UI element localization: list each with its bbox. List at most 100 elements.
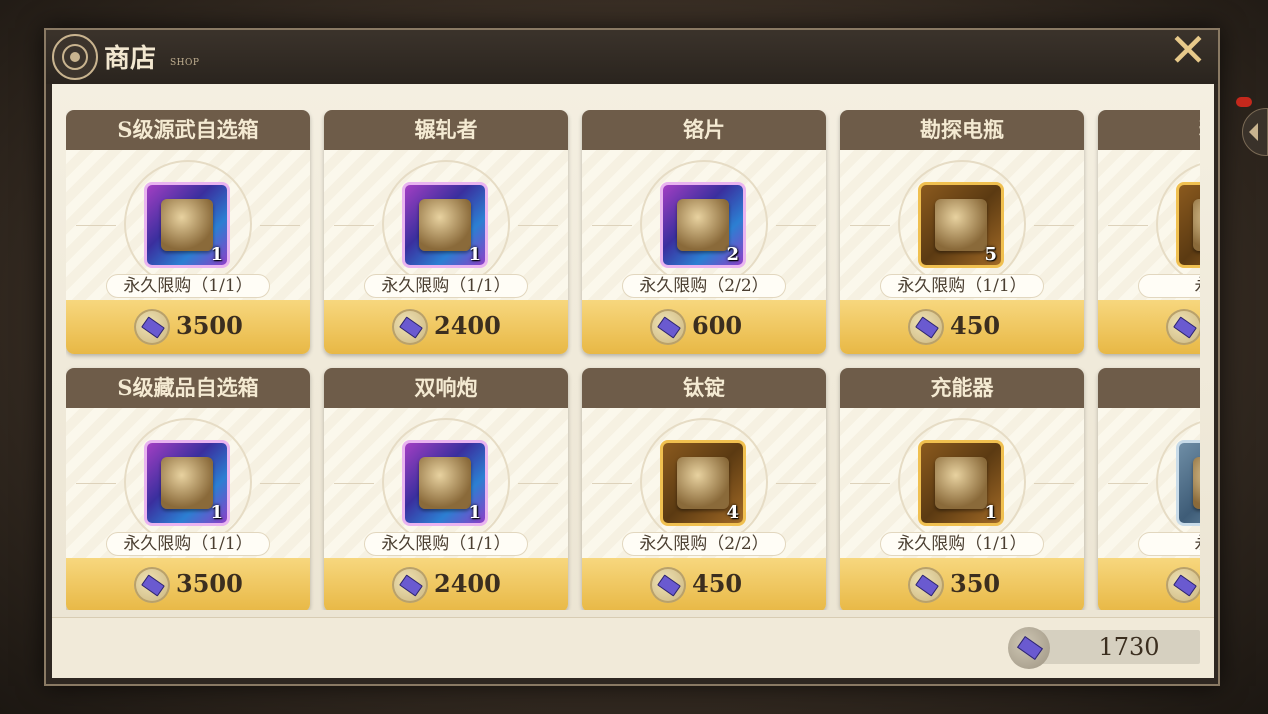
divider	[592, 483, 632, 484]
item-name: 铬片	[582, 110, 826, 150]
item-quantity: 1	[984, 502, 997, 523]
divider	[776, 225, 816, 226]
purchase-limit: 永久限购（1/1）	[880, 274, 1044, 298]
divider	[850, 225, 890, 226]
item-price: 3500	[176, 311, 243, 340]
shop-item-card[interactable]: 粉香永久限	[1098, 110, 1200, 354]
item-icon-frame[interactable]: 2	[660, 182, 746, 268]
purchase-limit: 永久限购（1/1）	[880, 532, 1044, 556]
scent-item-icon	[1193, 199, 1200, 251]
close-icon[interactable]: ✕	[1166, 27, 1210, 73]
item-body: 1 永久限购（1/1）	[324, 408, 568, 558]
item-body: 永久限	[1098, 408, 1200, 558]
currency-ticket-icon	[392, 309, 428, 345]
shop-content: S级源武自选箱 1 永久限购（1/1） 3500 辗轧者 1 永久限购（1/1） 2400 铬片…	[52, 84, 1214, 678]
shop-header: 商店 SHOP ✕	[46, 27, 1218, 84]
shop-item-card[interactable]: S级源武自选箱 1 永久限购（1/1） 3500	[66, 110, 310, 354]
currency-ticket-icon	[1166, 567, 1200, 603]
currency-ticket-icon	[1166, 309, 1200, 345]
item-icon-frame[interactable]: 5	[918, 182, 1004, 268]
shop-item-card[interactable]: 充能器 1 永久限购（1/1） 350	[840, 368, 1084, 610]
buy-button[interactable]: 2400	[324, 300, 568, 354]
item-quantity: 1	[468, 244, 481, 265]
item-icon-frame[interactable]: 4	[660, 440, 746, 526]
currency-ticket-icon	[650, 309, 686, 345]
buy-button[interactable]: 3500	[66, 300, 310, 354]
item-price: 350	[950, 569, 1001, 598]
double-cannon-icon	[419, 457, 471, 509]
shop-item-card[interactable]: 辗轧者 1 永久限购（1/1） 2400	[324, 110, 568, 354]
shop-item-card[interactable]: 钛锭 4 永久限购（2/2） 450	[582, 368, 826, 610]
item-name: 科	[1098, 368, 1200, 408]
divider	[260, 483, 300, 484]
item-icon-frame[interactable]	[1176, 182, 1200, 268]
purchase-limit: 永久限购（2/2）	[622, 532, 786, 556]
currency-ticket-icon	[1008, 627, 1050, 669]
divider	[260, 225, 300, 226]
shop-item-card[interactable]: 勘探电瓶 5 永久限购（1/1） 450	[840, 110, 1084, 354]
item-body: 1 永久限购（1/1）	[324, 150, 568, 300]
buy-button[interactable]: 450	[582, 558, 826, 610]
shop-item-card[interactable]: 铬片 2 永久限购（2/2） 600	[582, 110, 826, 354]
buy-button[interactable]: 3500	[66, 558, 310, 610]
buy-button[interactable]	[1098, 558, 1200, 610]
divider	[1034, 483, 1074, 484]
item-name: S级源武自选箱	[66, 110, 310, 150]
item-quantity: 1	[468, 502, 481, 523]
item-body: 1 永久限购（1/1）	[840, 408, 1084, 558]
divider	[76, 225, 116, 226]
divider	[1108, 225, 1148, 226]
divider	[1108, 483, 1148, 484]
item-body: 1 永久限购（1/1）	[66, 408, 310, 558]
shop-footer: 1730	[52, 617, 1214, 678]
item-icon-frame[interactable]: 1	[402, 440, 488, 526]
divider	[776, 483, 816, 484]
item-name: 充能器	[840, 368, 1084, 408]
buy-button[interactable]: 2400	[324, 558, 568, 610]
item-body: 4 永久限购（2/2）	[582, 408, 826, 558]
shop-item-card[interactable]: S级藏品自选箱 1 永久限购（1/1） 3500	[66, 368, 310, 610]
divider	[592, 225, 632, 226]
divider	[1034, 225, 1074, 226]
item-grid[interactable]: S级源武自选箱 1 永久限购（1/1） 3500 辗轧者 1 永久限购（1/1） 2400 铬片…	[66, 110, 1200, 610]
item-icon-frame[interactable]: 1	[144, 440, 230, 526]
titanium-ingot-icon	[677, 457, 729, 509]
item-name: 双响炮	[324, 368, 568, 408]
item-name: 钛锭	[582, 368, 826, 408]
buy-button[interactable]: 450	[840, 300, 1084, 354]
item-icon-frame[interactable]: 1	[144, 182, 230, 268]
purchase-limit: 永久限	[1138, 532, 1200, 556]
divider	[518, 483, 558, 484]
buy-button[interactable]: 600	[582, 300, 826, 354]
side-expand-tab[interactable]	[1242, 108, 1268, 156]
item-body: 5 永久限购（1/1）	[840, 150, 1084, 300]
buy-button[interactable]	[1098, 300, 1200, 354]
item-body: 1 永久限购（1/1）	[66, 150, 310, 300]
item-price: 600	[692, 311, 743, 340]
buy-button[interactable]: 350	[840, 558, 1084, 610]
item-icon-frame[interactable]	[1176, 440, 1200, 526]
purchase-limit: 永久限购（1/1）	[106, 274, 270, 298]
purchase-limit: 永久限购（1/1）	[364, 532, 528, 556]
charger-icon	[935, 457, 987, 509]
item-price: 450	[692, 569, 743, 598]
shop-emblem-icon	[52, 34, 98, 80]
shop-title: 商店	[104, 44, 157, 74]
currency-ticket-icon	[392, 567, 428, 603]
chrome-plate-icon	[677, 199, 729, 251]
currency-ticket-icon	[650, 567, 686, 603]
purchase-limit: 永久限购（2/2）	[622, 274, 786, 298]
item-icon-frame[interactable]: 1	[918, 440, 1004, 526]
item-quantity: 1	[210, 502, 223, 523]
golden-chest-icon	[161, 457, 213, 509]
item-price: 2400	[434, 311, 501, 340]
divider	[76, 483, 116, 484]
shop-item-card[interactable]: 科永久限	[1098, 368, 1200, 610]
item-price: 3500	[176, 569, 243, 598]
item-icon-frame[interactable]: 1	[402, 182, 488, 268]
currency-balance-value: 1730	[1098, 633, 1160, 661]
notification-dot	[1236, 97, 1252, 107]
shop-item-card[interactable]: 双响炮 1 永久限购（1/1） 2400	[324, 368, 568, 610]
purchase-limit: 永久限购（1/1）	[106, 532, 270, 556]
divider	[334, 483, 374, 484]
